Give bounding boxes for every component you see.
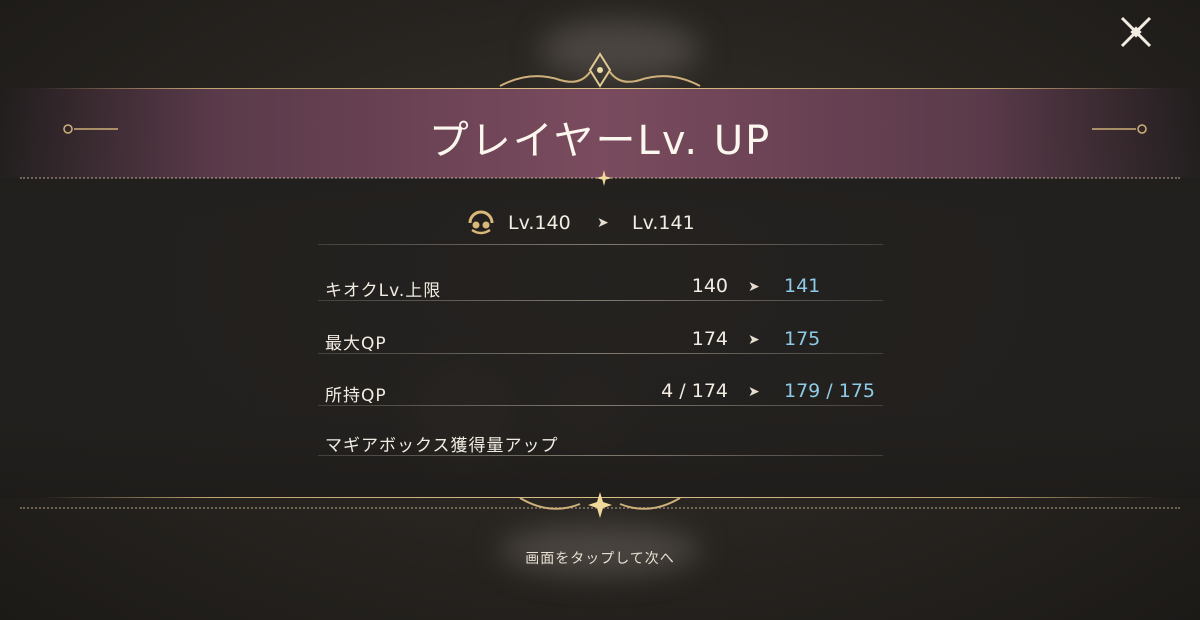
close-button[interactable] [1116, 12, 1156, 52]
stat-new-memory-level-cap: 141 [784, 275, 821, 297]
stat-divider [318, 353, 883, 354]
stat-old-max-qp: 174 [691, 328, 728, 350]
stat-arrow-icon: ➤ [748, 279, 760, 295]
stat-new-max-qp: 175 [784, 328, 821, 350]
level-arrow-icon: ➤ [597, 215, 609, 231]
stat-label-magia-box-bonus: マギアボックス獲得量アップ [325, 436, 559, 456]
stat-label-memory-level-cap: キオクLv.上限 [325, 281, 442, 301]
stat-old-memory-level-cap: 140 [691, 275, 728, 297]
stat-old-owned-qp: 4 / 174 [661, 380, 728, 402]
stat-divider [318, 300, 883, 301]
stat-divider [318, 455, 883, 456]
title-star-icon [596, 170, 612, 186]
stat-divider [318, 405, 883, 406]
page-title: プレイヤーLv. UP [428, 118, 772, 164]
level-to: Lv.141 [632, 212, 695, 234]
stat-arrow-icon: ➤ [748, 332, 760, 348]
player-face-icon [468, 210, 494, 235]
level-divider [318, 244, 883, 245]
bottom-ornament-icon [519, 492, 681, 518]
level-from: Lv.140 [508, 212, 571, 234]
top-ornament-icon [499, 52, 701, 88]
close-x-icon [1120, 16, 1152, 48]
stat-label-owned-qp: 所持QP [325, 386, 387, 406]
stat-label-max-qp: 最大QP [325, 334, 387, 354]
tap-to-continue-hint[interactable]: 画面をタップして次へ [0, 548, 1200, 568]
stat-arrow-icon: ➤ [748, 384, 760, 400]
stat-new-owned-qp: 179 / 175 [784, 380, 876, 402]
